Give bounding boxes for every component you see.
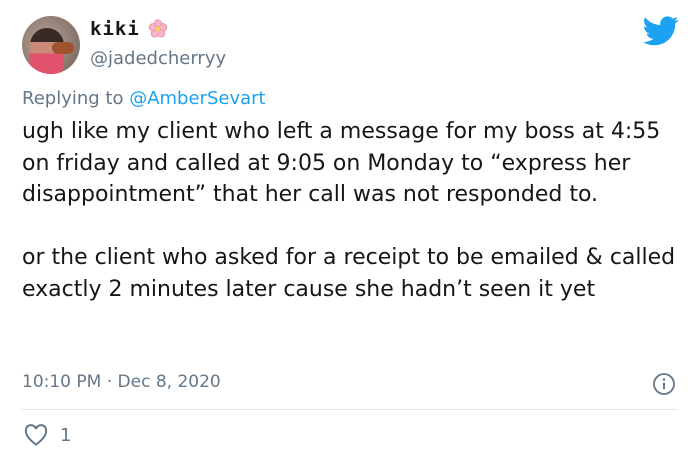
- heart-icon[interactable]: [24, 424, 48, 446]
- tweet-timestamp[interactable]: 10:10 PM · Dec 8, 2020: [22, 372, 221, 392]
- tweet-card: kiki @jadedcherryy Replying to @AmberSev…: [0, 0, 700, 463]
- info-icon[interactable]: [652, 372, 676, 396]
- display-name-row[interactable]: kiki: [90, 18, 168, 40]
- cherry-blossom-icon: [148, 19, 167, 38]
- avatar-food: [52, 42, 74, 54]
- tweet-text: ugh like my client who left a message fo…: [22, 119, 676, 302]
- twitter-bird-icon[interactable]: [643, 16, 679, 46]
- avatar[interactable]: [22, 16, 80, 74]
- reply-mention-link[interactable]: @AmberSevart: [129, 88, 265, 109]
- display-name[interactable]: kiki: [90, 18, 140, 40]
- replying-prefix: Replying to: [22, 88, 130, 109]
- replying-to: Replying to @AmberSevart: [22, 88, 266, 109]
- like-count: 1: [60, 424, 72, 446]
- divider: [22, 409, 678, 410]
- like-action[interactable]: 1: [24, 424, 71, 446]
- user-handle[interactable]: @jadedcherryy: [90, 48, 226, 69]
